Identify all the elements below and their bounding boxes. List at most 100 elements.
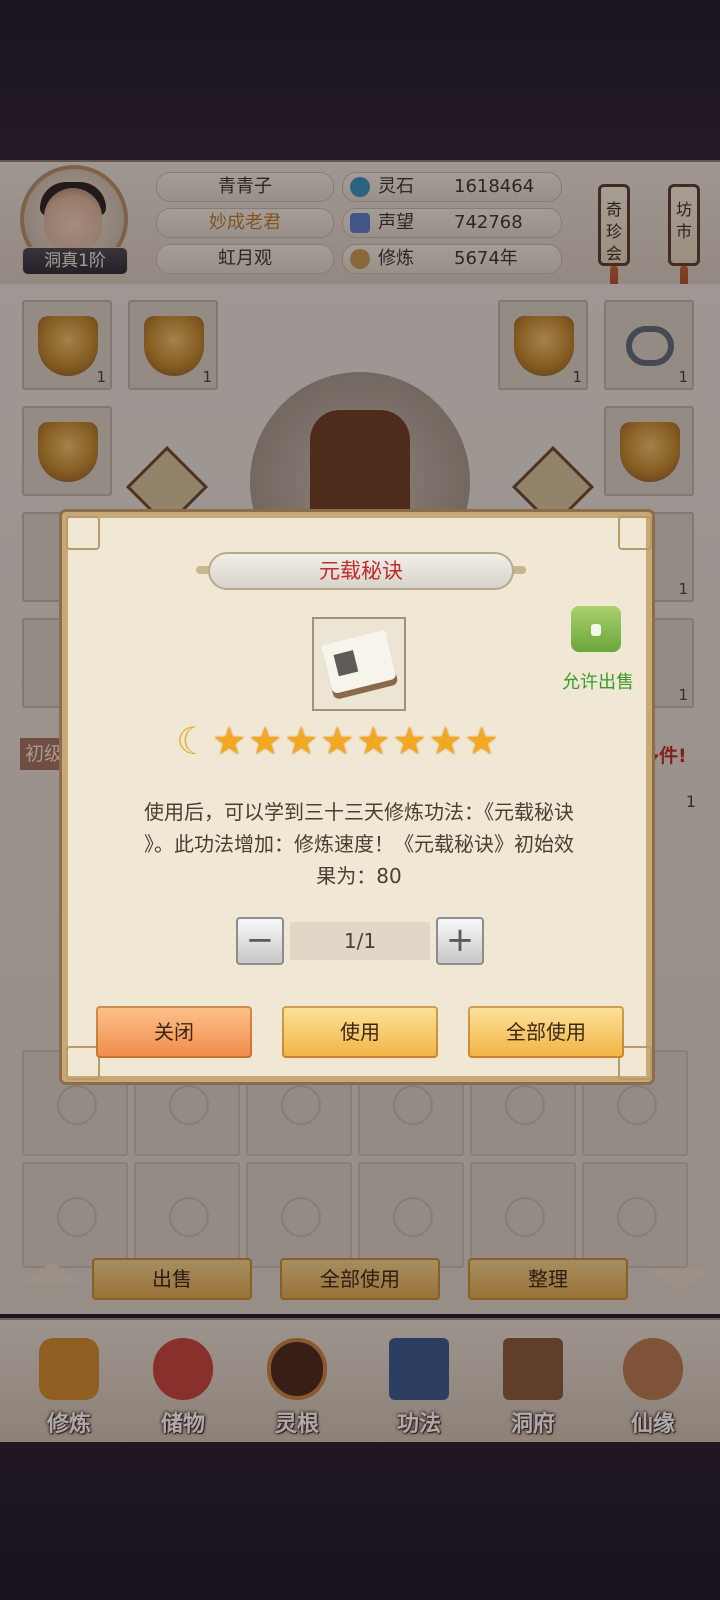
yin-yang-icon	[617, 1085, 657, 1125]
yin-yang-icon	[617, 1197, 657, 1237]
item-quantity: 1	[96, 368, 106, 386]
treasure-fair-button[interactable]: 奇珍会	[598, 184, 630, 266]
quantity-decrement-button[interactable]: −	[236, 917, 284, 965]
bag-slot[interactable]	[22, 1162, 128, 1268]
nav-storage[interactable]: 储物	[128, 1322, 238, 1437]
bag-slot[interactable]	[470, 1162, 576, 1268]
bag-side-quantity: 1	[685, 792, 697, 811]
equip-slot[interactable]	[22, 406, 112, 496]
robe-item-icon	[144, 316, 204, 376]
bag-filter-tab[interactable]: 初级	[20, 738, 68, 770]
dialog-corner-decoration	[66, 516, 100, 550]
item-quantity: 1	[678, 686, 688, 704]
description-line: 》。此功法增加：修炼速度！《元载秘诀》初始效	[144, 832, 574, 856]
yin-yang-icon	[57, 1085, 97, 1125]
use-button[interactable]: 使用	[282, 1006, 438, 1058]
quantity-value: 1/1	[290, 922, 430, 960]
spirit-stone-icon	[350, 177, 370, 197]
yin-yang-icon	[505, 1085, 545, 1125]
use-all-dialog-button[interactable]: 全部使用	[468, 1006, 624, 1058]
character-silhouette	[310, 410, 410, 520]
ring-item-icon	[626, 326, 674, 366]
item-quantity: 1	[678, 368, 688, 386]
cultivation-icon	[39, 1338, 99, 1400]
equip-slot[interactable]: 1	[498, 300, 588, 390]
dialog-title: 元载秘诀	[208, 552, 514, 590]
player-sect: 虹月观	[156, 244, 334, 274]
bag-slot[interactable]	[246, 1162, 352, 1268]
resource-cultivation: 修炼 5674年	[342, 244, 562, 274]
scroll-down-arrow-icon[interactable]	[650, 1270, 710, 1292]
yin-yang-icon	[169, 1085, 209, 1125]
bag-slot[interactable]	[134, 1162, 240, 1268]
resource-reputation: 声望 742768	[342, 208, 562, 238]
scroll-up-arrow-icon[interactable]	[22, 1262, 82, 1284]
yin-yang-icon	[505, 1197, 545, 1237]
bottom-backdrop	[0, 1442, 720, 1600]
player-name: 青青子	[156, 172, 334, 202]
tradeable-lock-icon	[571, 606, 621, 652]
reputation-icon	[350, 213, 370, 233]
nav-label: 仙缘	[630, 1412, 675, 1437]
dialog-corner-decoration	[66, 1046, 100, 1080]
equip-slot[interactable]: 1	[604, 300, 694, 390]
robe-item-icon	[38, 422, 98, 482]
nav-label: 修炼	[46, 1412, 91, 1437]
bag-slot[interactable]	[358, 1162, 464, 1268]
rank-badge: 洞真1阶	[22, 247, 128, 275]
spirit-root-icon	[267, 1338, 327, 1400]
item-icon-frame	[312, 617, 406, 711]
meditation-icon	[350, 249, 370, 269]
market-button[interactable]: 坊市	[668, 184, 700, 266]
nav-cave-dwelling[interactable]: 洞府	[478, 1322, 588, 1437]
nav-label: 洞府	[510, 1412, 555, 1437]
equip-slot[interactable]: 1	[22, 300, 112, 390]
robe-item-icon	[620, 422, 680, 482]
description-line: 使用后，可以学到三十三天修炼功法：《元载秘诀	[144, 800, 574, 824]
bag-slot[interactable]	[582, 1162, 688, 1268]
yin-yang-icon	[169, 1197, 209, 1237]
equip-slot[interactable]: 1	[128, 300, 218, 390]
star-icon: ★	[464, 719, 499, 763]
resource-label: 声望	[378, 212, 414, 233]
book-item-icon	[320, 629, 398, 695]
yin-yang-icon	[57, 1197, 97, 1237]
sort-button[interactable]: 整理	[468, 1258, 628, 1300]
nav-label: 灵根	[274, 1412, 319, 1437]
cave-dwelling-icon	[503, 1338, 563, 1400]
item-quantity: 1	[202, 368, 212, 386]
nav-technique[interactable]: 功法	[364, 1322, 474, 1437]
star-icon: ★	[248, 719, 283, 763]
moon-icon: ☾	[176, 719, 211, 763]
use-all-button[interactable]: 全部使用	[280, 1258, 440, 1300]
nav-cultivation[interactable]: 修炼	[14, 1322, 124, 1437]
nav-immortal-fate[interactable]: 仙缘	[598, 1322, 708, 1437]
star-icon: ★	[392, 719, 427, 763]
star-icon: ★	[320, 719, 355, 763]
star-icon: ★	[284, 719, 319, 763]
resource-label: 灵石	[378, 176, 414, 197]
nav-spirit-root[interactable]: 灵根	[242, 1322, 352, 1437]
player-title: 妙成老君	[156, 208, 334, 238]
item-quantity: 1	[572, 368, 582, 386]
bag-warning-text: 多件!	[640, 745, 687, 767]
equip-slot[interactable]	[604, 406, 694, 496]
sell-button[interactable]: 出售	[92, 1258, 252, 1300]
yin-yang-icon	[393, 1085, 433, 1125]
item-quantity: 1	[678, 580, 688, 598]
nav-label: 功法	[396, 1412, 441, 1437]
nav-label: 储物	[160, 1412, 205, 1437]
star-icon: ★	[428, 719, 463, 763]
top-backdrop	[0, 0, 720, 160]
avatar-face	[44, 188, 102, 250]
resource-value: 1618464	[454, 176, 535, 197]
close-button[interactable]: 关闭	[96, 1006, 252, 1058]
yin-yang-icon	[281, 1197, 321, 1237]
item-description: 使用后，可以学到三十三天修炼功法：《元载秘诀 》。此功法增加：修炼速度！《元载秘…	[98, 796, 620, 892]
technique-book-icon	[389, 1338, 449, 1400]
quantity-increment-button[interactable]: +	[436, 917, 484, 965]
immortal-fate-icon	[623, 1338, 683, 1400]
storage-bag-icon	[153, 1338, 213, 1400]
star-icon: ★	[212, 719, 247, 763]
robe-item-icon	[38, 316, 98, 376]
